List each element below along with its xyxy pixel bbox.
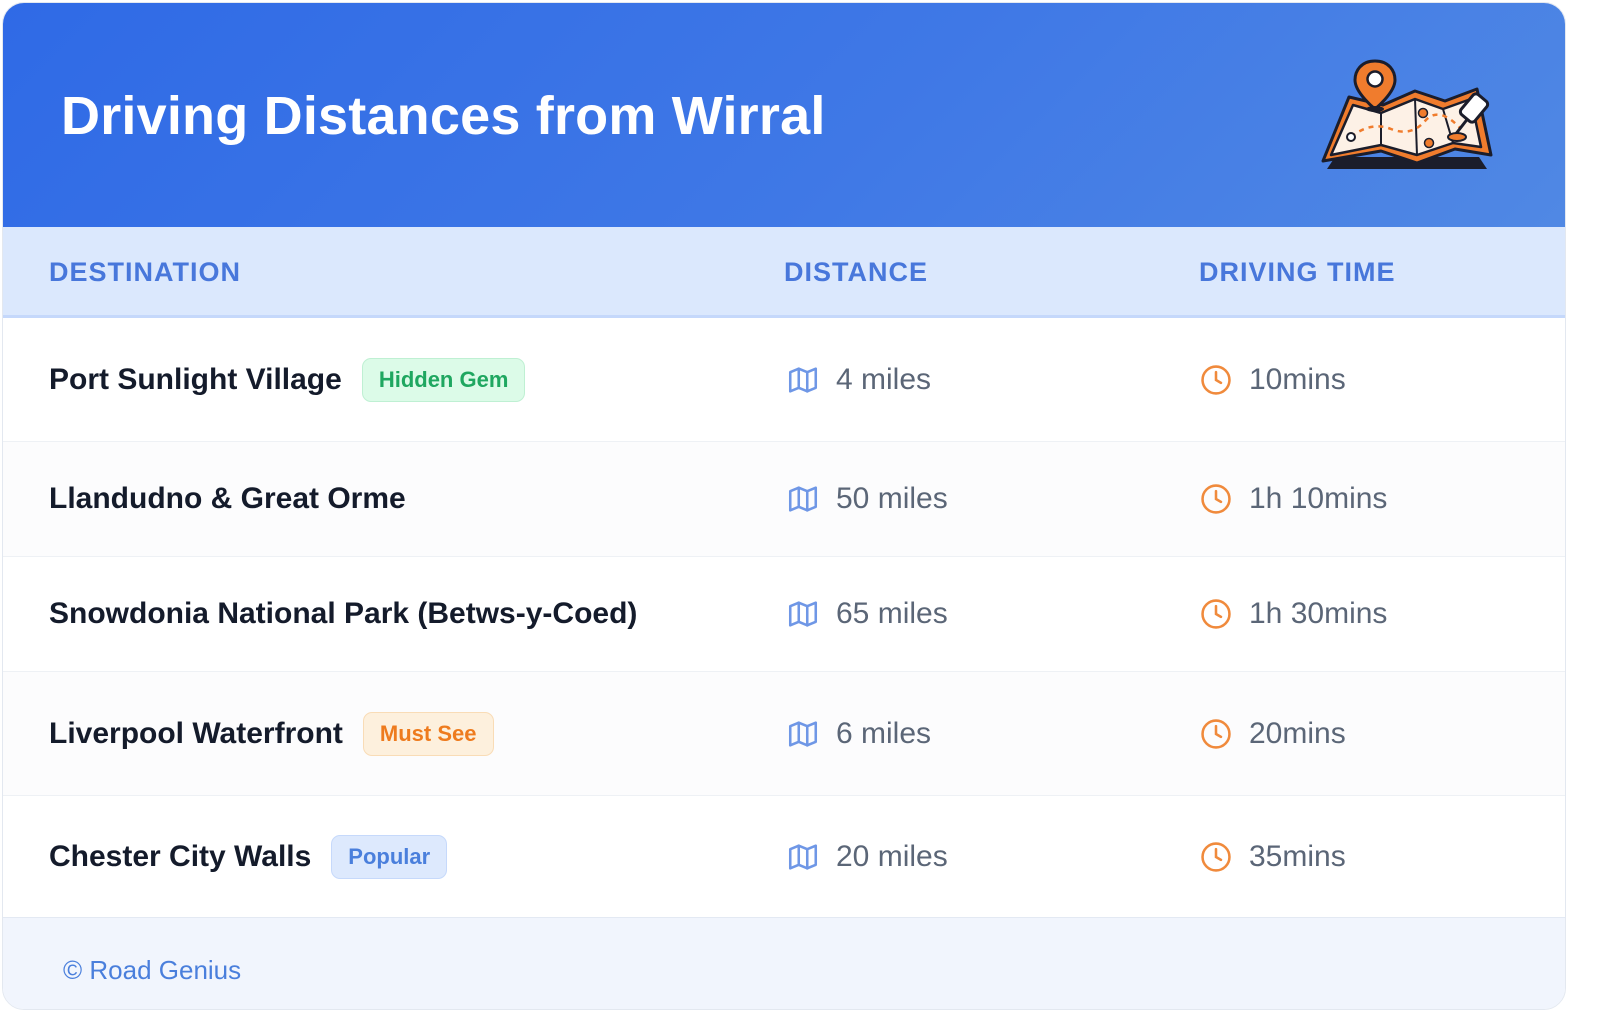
table-body: Port Sunlight Village Hidden Gem 4 miles… [3, 318, 1565, 918]
driving-time-value: 20mins [1249, 716, 1346, 750]
column-header-destination: DESTINATION [49, 257, 241, 287]
distance-value: 6 miles [836, 716, 932, 750]
destination-name: Chester City Walls [49, 839, 312, 873]
clock-icon [1199, 482, 1233, 516]
driving-time-cell: 35mins [1199, 796, 1346, 917]
table-header: DESTINATION DISTANCE DRIVING TIME [3, 227, 1565, 318]
destination-name: Port Sunlight Village [49, 362, 342, 396]
column-header-distance: DISTANCE [784, 257, 929, 287]
table-row: Port Sunlight Village Hidden Gem 4 miles… [3, 318, 1565, 442]
table-row: Llandudno & Great Orme 50 miles 1h 10min… [3, 442, 1565, 557]
distance-cell: 50 miles [786, 442, 948, 556]
destination-cell: Port Sunlight Village Hidden Gem [49, 318, 526, 441]
clock-icon [1199, 840, 1233, 874]
map-icon [786, 840, 820, 874]
driving-time-cell: 1h 30mins [1199, 557, 1387, 671]
distance-card: Driving Distances from Wirral DESTINATIO… [2, 2, 1566, 1010]
driving-time-value: 1h 10mins [1249, 482, 1388, 515]
footer: © Road Genius [3, 917, 1565, 1009]
driving-time-value: 10mins [1249, 362, 1346, 396]
map-icon [786, 597, 820, 631]
distance-cell: 4 miles [786, 318, 931, 441]
driving-time-cell: 20mins [1199, 672, 1346, 795]
destination-name: Liverpool Waterfront [49, 716, 343, 750]
driving-time-value: 35mins [1249, 839, 1346, 873]
map-icon [786, 717, 820, 751]
distance-cell: 20 miles [786, 796, 948, 917]
page-title: Driving Distances from Wirral [61, 86, 826, 146]
destination-name: Snowdonia National Park (Betws-y-Coed) [49, 597, 638, 630]
distance-value: 65 miles [836, 597, 948, 630]
clock-icon [1199, 597, 1233, 631]
distance-value: 50 miles [836, 482, 948, 515]
destination-cell: Liverpool Waterfront Must See [49, 672, 494, 795]
destination-name: Llandudno & Great Orme [49, 482, 406, 515]
distance-value: 20 miles [836, 839, 948, 873]
driving-time-cell: 1h 10mins [1199, 442, 1387, 556]
map-icon [786, 482, 820, 516]
driving-time-cell: 10mins [1199, 318, 1346, 441]
clock-icon [1199, 717, 1233, 751]
distance-cell: 6 miles [786, 672, 931, 795]
popular-badge: Popular [331, 834, 448, 879]
clock-icon [1199, 363, 1233, 397]
hidden-gem-badge: Hidden Gem [361, 357, 526, 402]
table-row: Liverpool Waterfront Must See 6 miles 20… [3, 672, 1565, 796]
destination-cell: Llandudno & Great Orme [49, 442, 406, 556]
destination-cell: Snowdonia National Park (Betws-y-Coed) [49, 557, 637, 671]
distance-value: 4 miles [836, 362, 932, 396]
driving-time-value: 1h 30mins [1249, 597, 1388, 630]
map-pin-illustration-icon [1321, 59, 1493, 169]
table-row: Chester City Walls Popular 20 miles 35mi… [3, 796, 1565, 917]
header-banner: Driving Distances from Wirral [3, 3, 1565, 227]
copyright-credit: © Road Genius [63, 955, 242, 985]
distance-cell: 65 miles [786, 557, 948, 671]
destination-cell: Chester City Walls Popular [49, 796, 448, 917]
column-header-driving-time: DRIVING TIME [1199, 257, 1396, 287]
must-see-badge: Must See [362, 711, 494, 756]
map-icon [786, 363, 820, 397]
table-row: Snowdonia National Park (Betws-y-Coed) 6… [3, 557, 1565, 672]
